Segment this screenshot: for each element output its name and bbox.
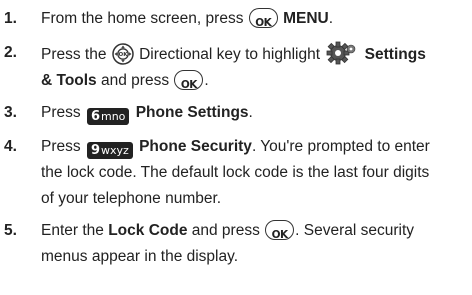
step-text: Directional key to highlight bbox=[139, 46, 321, 63]
step-text: Press bbox=[41, 104, 81, 121]
key-6-icon: 6mno bbox=[86, 108, 130, 125]
step-text: and press bbox=[101, 72, 170, 89]
key-digit: 9 bbox=[90, 143, 100, 158]
key-9-icon: 9wxyz bbox=[86, 142, 133, 159]
step-text: . bbox=[328, 10, 334, 27]
step-text: and press bbox=[191, 222, 260, 239]
step-text: . bbox=[248, 104, 253, 121]
tools-label: & Tools bbox=[41, 72, 97, 89]
step-number: 3. bbox=[4, 104, 17, 121]
key-letters: wxyz bbox=[100, 144, 129, 157]
step-text: menus appear in the display. bbox=[41, 248, 239, 265]
directional-key-icon: OK bbox=[112, 43, 134, 65]
ok-key-icon bbox=[174, 70, 204, 98]
step-number: 1. bbox=[4, 10, 17, 27]
instruction-steps: 1. From the home screen, press MENU. 2. … bbox=[0, 0, 472, 295]
step-text: From the home screen, press bbox=[41, 10, 244, 27]
step-text: Press bbox=[41, 138, 81, 155]
step-text: Enter the bbox=[41, 222, 104, 239]
phone-security-label: Phone Security bbox=[139, 138, 252, 155]
step-text: Press the bbox=[41, 46, 107, 63]
ok-key-icon bbox=[248, 8, 278, 36]
svg-text:OK: OK bbox=[118, 52, 128, 58]
step-text: . bbox=[204, 72, 209, 89]
settings-gear-icon bbox=[326, 41, 356, 65]
settings-label: Settings bbox=[364, 46, 426, 63]
key-digit: 6 bbox=[90, 109, 100, 124]
step-number: 2. bbox=[4, 44, 17, 61]
phone-settings-label: Phone Settings bbox=[135, 104, 249, 121]
step-text: . You're prompted to enter bbox=[251, 138, 430, 155]
step-number: 4. bbox=[4, 138, 17, 155]
step-text: the lock code. The default lock code is … bbox=[41, 164, 430, 181]
step-text: . Several security bbox=[295, 222, 415, 239]
ok-key-icon bbox=[265, 220, 295, 248]
menu-label: MENU bbox=[283, 10, 329, 27]
step-text: of your telephone number. bbox=[41, 190, 222, 207]
lock-code-label: Lock Code bbox=[108, 222, 188, 239]
key-letters: mno bbox=[100, 110, 126, 123]
step-number: 5. bbox=[4, 222, 17, 239]
